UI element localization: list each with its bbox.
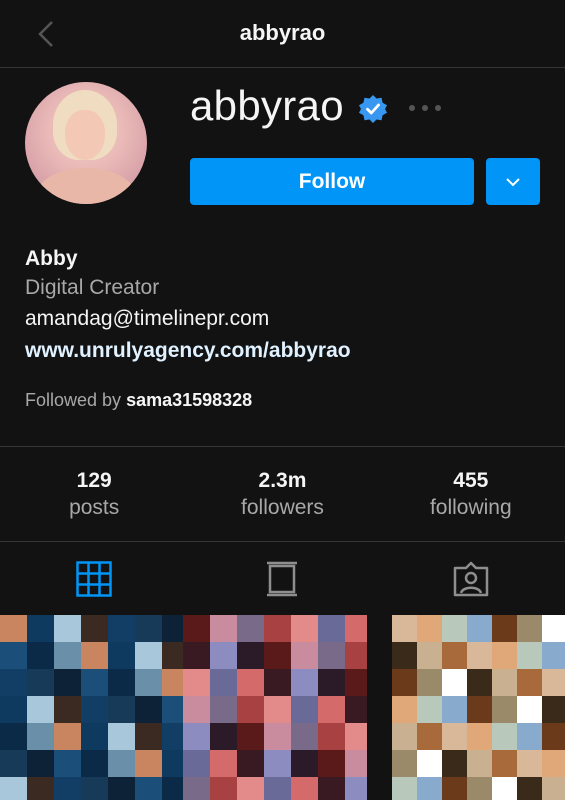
bio-category: Digital Creator	[25, 276, 160, 299]
tab-posts[interactable]	[0, 543, 188, 615]
follow-button[interactable]: Follow	[190, 158, 474, 205]
followed-by-prefix: Followed by	[25, 390, 122, 410]
verified-badge-icon	[359, 95, 387, 123]
top-bar: abbyrao	[0, 0, 565, 68]
page-title: abbyrao	[239, 20, 326, 45]
profile-bio: Abby Digital Creator amandag@timelinepr.…	[25, 246, 545, 368]
post-thumbnail[interactable]	[183, 615, 367, 800]
more-options-icon[interactable]	[407, 98, 443, 118]
suggested-accounts-button[interactable]	[486, 158, 540, 205]
stat-label: followers	[241, 496, 324, 519]
stat-value: 129	[76, 469, 112, 492]
stat-label: following	[429, 496, 512, 519]
profile-username: abbyrao	[190, 82, 344, 129]
posts-grid	[0, 615, 565, 800]
post-thumbnail[interactable]	[0, 615, 183, 800]
tab-tagged[interactable]	[377, 543, 565, 615]
profile-stats: 129 posts 2.3m followers 455 following	[0, 446, 565, 542]
stat-posts[interactable]: 129 posts	[0, 447, 188, 541]
stat-value: 455	[453, 469, 489, 492]
bio-name: Abby	[25, 247, 78, 270]
grid-icon	[76, 561, 112, 597]
followed-by-user[interactable]: sama31598328	[126, 390, 252, 410]
bio-email: amandag@timelinepr.com	[25, 307, 270, 330]
stat-label: posts	[69, 496, 120, 519]
stat-followers[interactable]: 2.3m followers	[188, 447, 376, 541]
stat-following[interactable]: 455 following	[377, 447, 565, 541]
stat-value: 2.3m	[258, 469, 307, 492]
avatar[interactable]	[25, 82, 147, 204]
reels-icon	[267, 561, 298, 597]
followed-by[interactable]: Followed by sama31598328	[25, 390, 252, 411]
bio-link[interactable]: www.unrulyagency.com/abbyrao	[25, 334, 545, 368]
tab-reels[interactable]	[188, 543, 376, 615]
post-thumbnail[interactable]	[392, 615, 565, 800]
chevron-down-icon	[506, 178, 520, 187]
tagged-icon	[453, 561, 489, 597]
profile-tabs	[0, 543, 565, 615]
